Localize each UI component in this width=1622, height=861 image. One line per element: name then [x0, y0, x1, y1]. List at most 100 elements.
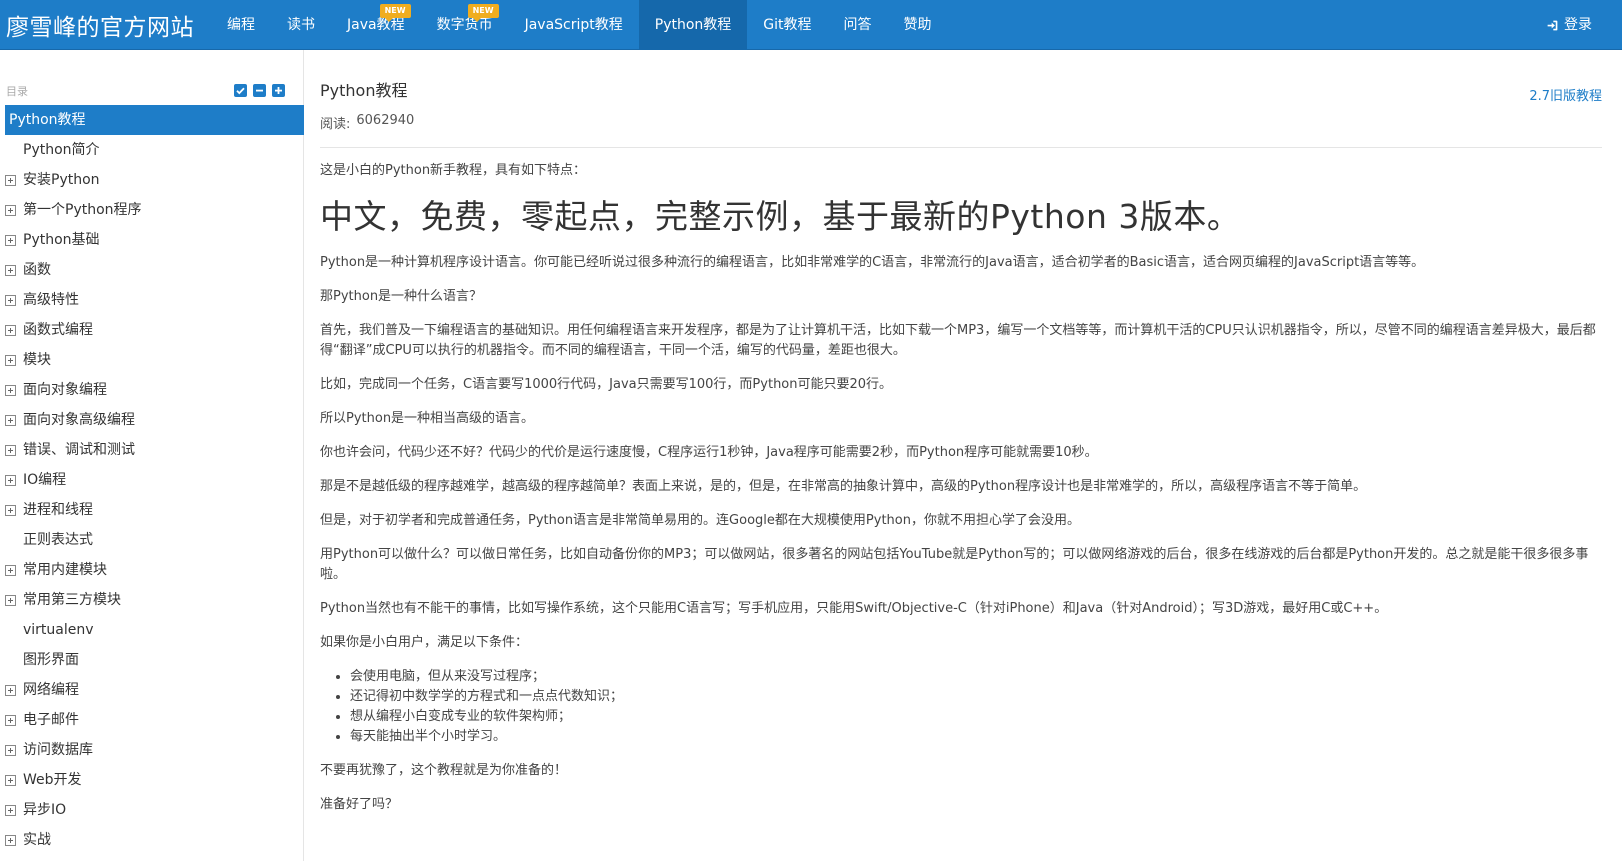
- divider: [320, 147, 1602, 148]
- toc-item[interactable]: 安装Python: [5, 165, 304, 195]
- toc-item-label: Python简介: [23, 142, 100, 158]
- paragraph: 那是不是越低级的程序越难学，越高级的程序越简单？表面上来说，是的，但是，在非常高…: [320, 479, 1367, 494]
- toc-item-label: 安装Python: [23, 172, 100, 188]
- paragraph: 如果你是小白用户，满足以下条件：: [320, 635, 529, 650]
- expand-plus-icon[interactable]: [5, 415, 16, 426]
- toc-item[interactable]: Web开发: [5, 765, 304, 795]
- expand-plus-icon[interactable]: [5, 445, 16, 456]
- toc-list: Python教程 Python简介 安装Python 第一个Python程序 Pytho…: [5, 105, 304, 855]
- nav-item-label: Java教程: [347, 17, 405, 33]
- toc-item[interactable]: 异步IO: [5, 795, 304, 825]
- expand-plus-icon[interactable]: [5, 565, 16, 576]
- toc-item[interactable]: 模块: [5, 345, 304, 375]
- toc-item-label: 高级特性: [23, 292, 79, 308]
- toc-item[interactable]: 面向对象编程: [5, 375, 304, 405]
- list-item: 会使用电脑，但从来没写过程序；: [350, 667, 1602, 687]
- nav-item-sponsor[interactable]: 赞助: [888, 0, 948, 50]
- toc-item[interactable]: 网络编程: [5, 675, 304, 705]
- login-label: 登录: [1564, 17, 1592, 33]
- toc-item[interactable]: Python基础: [5, 225, 304, 255]
- toc-item[interactable]: 函数: [5, 255, 304, 285]
- nav-item-label: Git教程: [763, 17, 812, 33]
- top-navbar: 廖雪峰的官方网站 编程 读书 Java教程 NEW 数字货币 NEW JavaScr…: [0, 0, 1622, 50]
- expand-plus-icon[interactable]: [5, 685, 16, 696]
- expand-plus-icon[interactable]: [5, 715, 16, 726]
- toc-item-label: 面向对象编程: [23, 382, 107, 398]
- old-version-link[interactable]: 2.7旧版教程: [1529, 85, 1602, 104]
- toc-item-label: 网络编程: [23, 682, 79, 698]
- expand-plus-icon[interactable]: [5, 265, 16, 276]
- toc-item-label: Web开发: [23, 772, 82, 788]
- toc-item[interactable]: 正则表达式: [5, 525, 304, 555]
- expand-plus-icon[interactable]: [5, 205, 16, 216]
- toc-item[interactable]: 常用第三方模块: [5, 585, 304, 615]
- expand-plus-icon[interactable]: [5, 745, 16, 756]
- toc-item[interactable]: Python简介: [5, 135, 304, 165]
- toc-item[interactable]: IO编程: [5, 465, 304, 495]
- expand-plus-icon[interactable]: [5, 595, 16, 606]
- paragraph: 那Python是一种什么语言？: [320, 289, 483, 304]
- nav-item-label: Python教程: [654, 17, 732, 33]
- toc-item[interactable]: 实战: [5, 825, 304, 855]
- nav-item-label: JavaScript教程: [524, 17, 623, 33]
- paragraph: 用Python可以做什么？可以做日常任务，比如自动备份你的MP3；可以做网站，很…: [320, 547, 1589, 582]
- paragraph: 所以Python是一种相当高级的语言。: [320, 411, 535, 426]
- toc-item[interactable]: Python教程: [5, 105, 304, 135]
- toc-item-label: 异步IO: [23, 802, 67, 818]
- nav-item-reading[interactable]: 读书: [271, 0, 331, 50]
- expand-plus-icon[interactable]: [5, 355, 16, 366]
- toc-item[interactable]: 访问数据库: [5, 735, 304, 765]
- toc-item[interactable]: 图形界面: [5, 645, 304, 675]
- expand-plus-icon[interactable]: [5, 475, 16, 486]
- paragraph: Python是一种计算机程序设计语言。你可能已经听说过很多种流行的编程语言，比如…: [320, 255, 1425, 270]
- reads-label: 阅读:: [320, 117, 351, 132]
- toc-item-label: 面向对象高级编程: [23, 412, 135, 428]
- toc-item-label: 常用内建模块: [23, 562, 107, 578]
- toc-item[interactable]: 高级特性: [5, 285, 304, 315]
- expand-plus-icon[interactable]: [5, 805, 16, 816]
- expand-plus-icon[interactable]: [5, 325, 16, 336]
- main-nav: 编程 读书 Java教程 NEW 数字货币 NEW JavaScript教程 Pyt…: [211, 0, 948, 50]
- toc-item[interactable]: 常用内建模块: [5, 555, 304, 585]
- nav-item-programming[interactable]: 编程: [211, 0, 271, 50]
- toc-item-label: 正则表达式: [23, 532, 93, 548]
- new-badge: NEW: [379, 4, 411, 22]
- toc-item[interactable]: 第一个Python程序: [5, 195, 304, 225]
- sign-in-icon: [1547, 20, 1558, 30]
- nav-item-label: 赞助: [903, 17, 932, 33]
- expand-plus-icon[interactable]: [5, 775, 16, 786]
- list-item: 每天能抽出半个小时学习。: [350, 727, 1602, 747]
- expand-plus-icon[interactable]: [5, 505, 16, 516]
- expand-plus-icon[interactable]: [5, 835, 16, 846]
- nav-item-python[interactable]: Python教程: [638, 0, 748, 50]
- toc-item[interactable]: 进程和线程: [5, 495, 304, 525]
- check-square-icon[interactable]: [234, 84, 247, 97]
- toc-item[interactable]: 错误、调试和测试: [5, 435, 304, 465]
- nav-item-label: 问答: [843, 17, 872, 33]
- expand-plus-icon[interactable]: [5, 235, 16, 246]
- expand-plus-icon[interactable]: [5, 385, 16, 396]
- minus-square-icon[interactable]: [253, 84, 266, 97]
- toc-item[interactable]: 面向对象高级编程: [5, 405, 304, 435]
- intro-paragraph: 这是小白的Python新手教程，具有如下特点：: [320, 163, 587, 178]
- toc-item-label: 访问数据库: [23, 742, 93, 758]
- expand-plus-icon[interactable]: [5, 175, 16, 186]
- toc-item-label: Python教程: [9, 112, 86, 128]
- article-headline: 中文，免费，零起点，完整示例，基于最新的Python 3版本。: [320, 197, 1241, 236]
- nav-item-java[interactable]: Java教程 NEW: [331, 0, 421, 50]
- plus-square-icon[interactable]: [272, 84, 285, 97]
- site-brand[interactable]: 廖雪峰的官方网站: [6, 8, 194, 42]
- toc-item-label: 函数式编程: [23, 322, 93, 338]
- nav-item-javascript[interactable]: JavaScript教程: [509, 0, 639, 50]
- paragraph: 但是，对于初学者和完成普通任务，Python语言是非常简单易用的。连Google…: [320, 513, 1080, 528]
- toc-item-label: virtualenv: [23, 622, 94, 638]
- toc-item[interactable]: 函数式编程: [5, 315, 304, 345]
- nav-item-qa[interactable]: 问答: [828, 0, 888, 50]
- toc-item[interactable]: virtualenv: [5, 615, 304, 645]
- toc-item[interactable]: 电子邮件: [5, 705, 304, 735]
- nav-item-git[interactable]: Git教程: [747, 0, 827, 50]
- expand-plus-icon[interactable]: [5, 295, 16, 306]
- login-button[interactable]: 登录: [1546, 0, 1592, 50]
- paragraph: 不要再犹豫了，这个教程就是为你准备的！: [320, 763, 568, 778]
- nav-item-crypto[interactable]: 数字货币 NEW: [421, 0, 509, 50]
